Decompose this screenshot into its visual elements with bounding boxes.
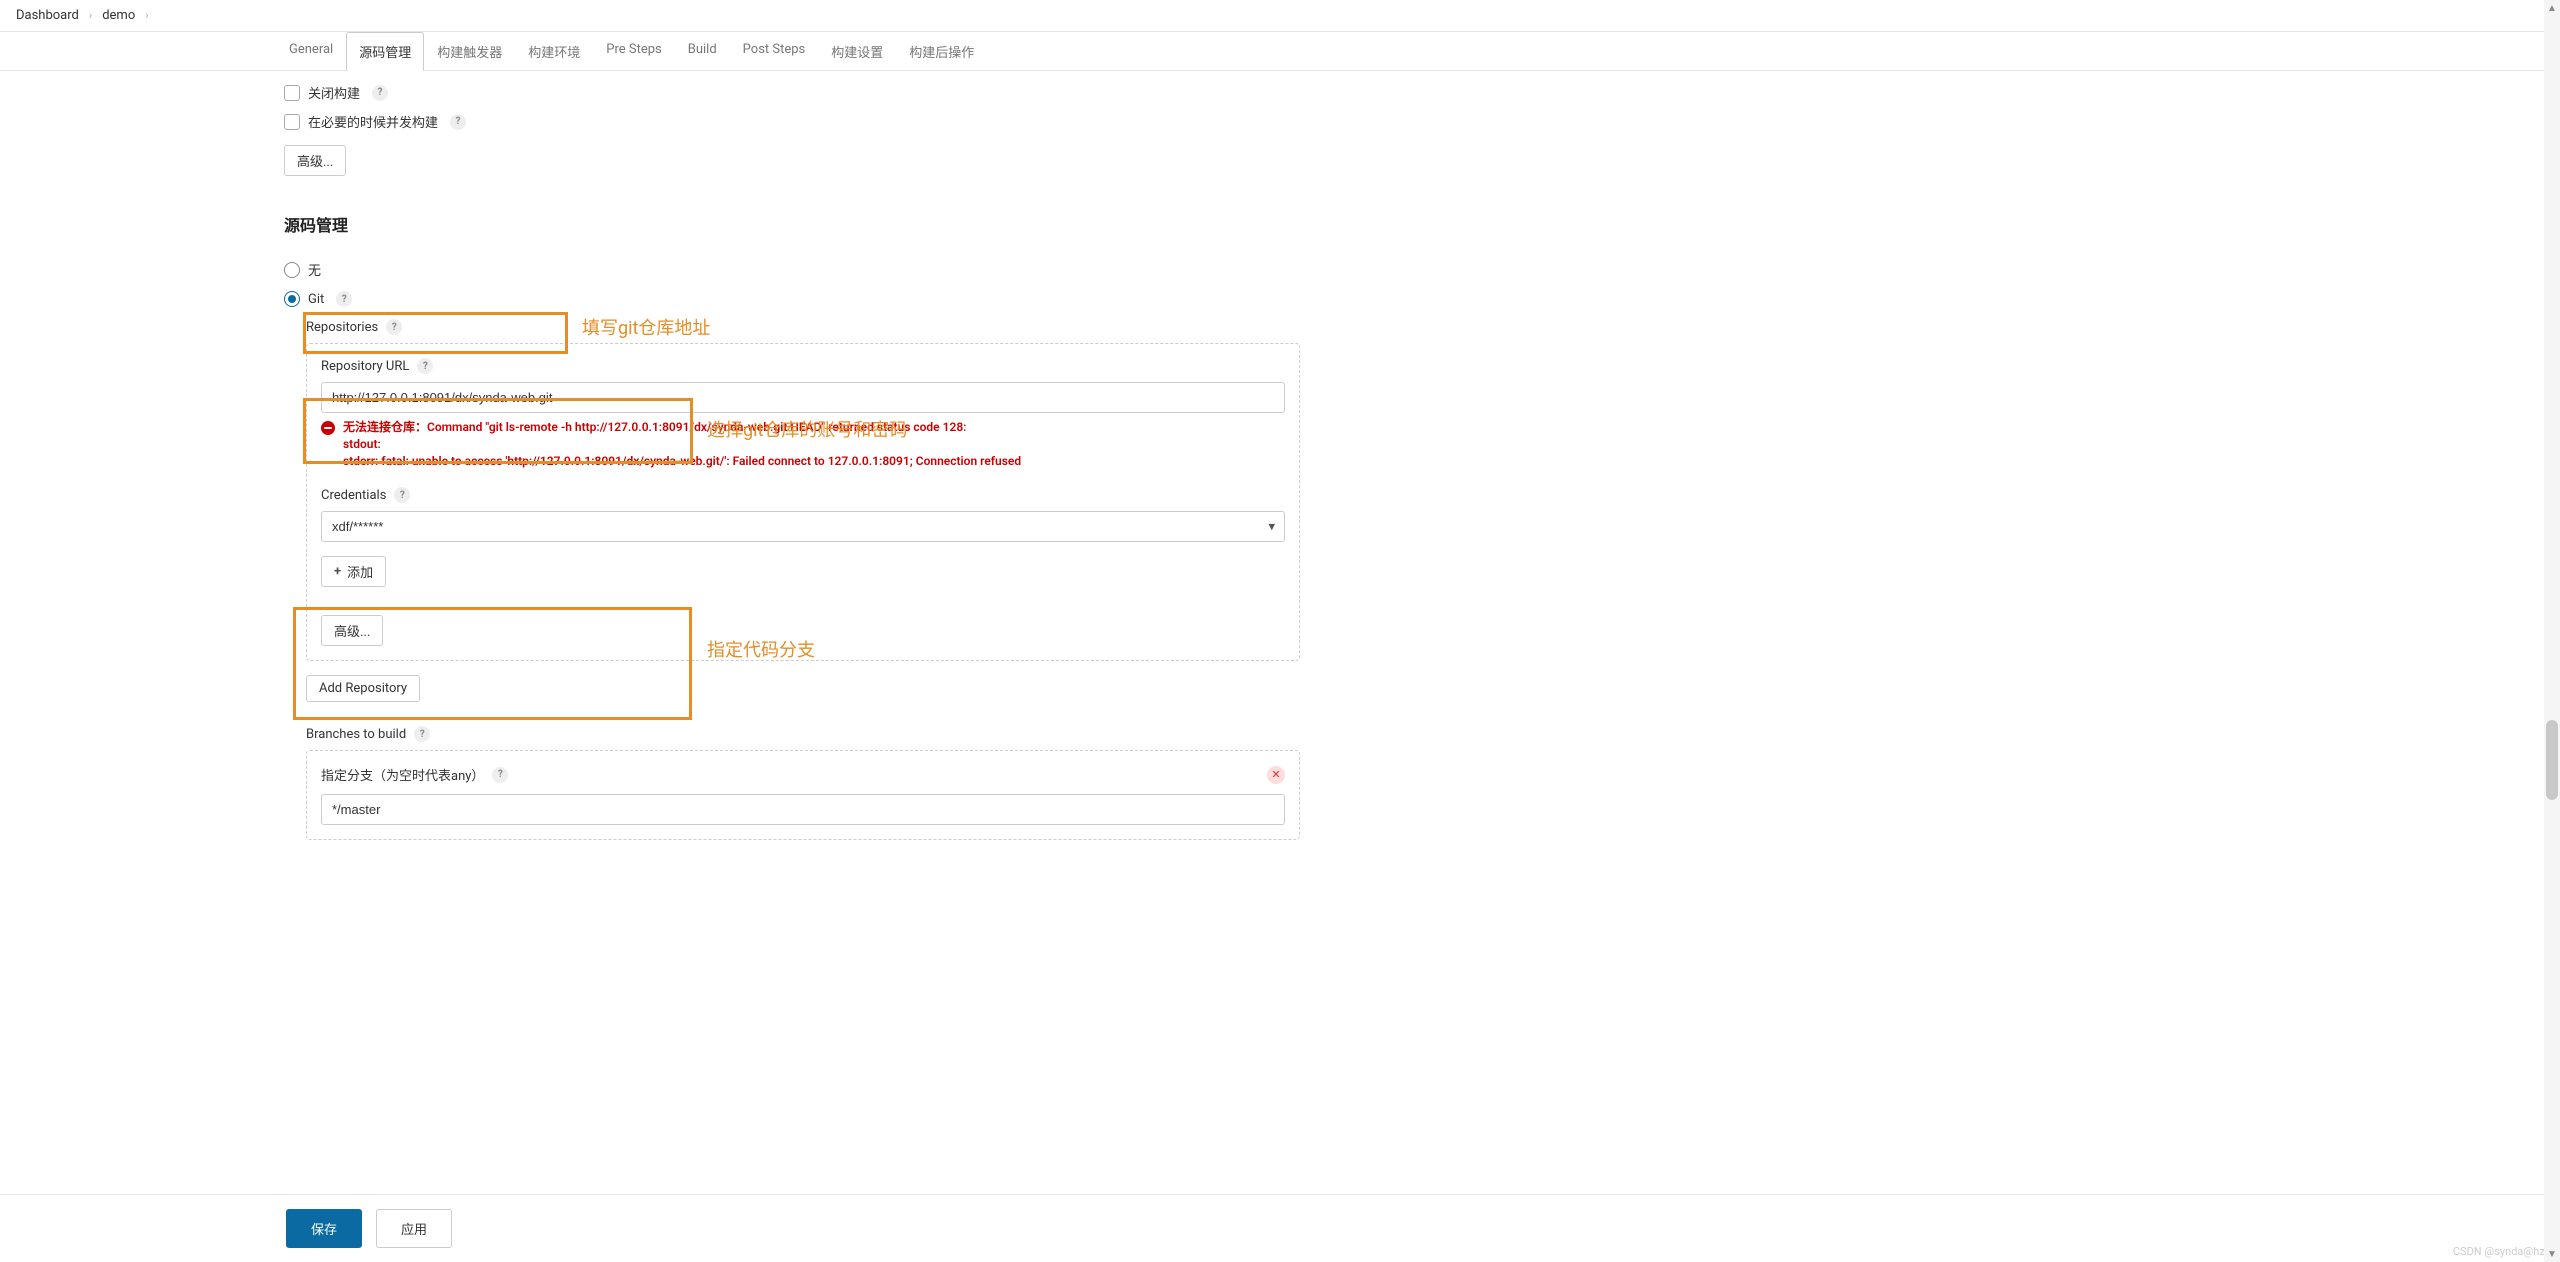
error-block: 无法连接仓库：Command "git ls-remote -h http://… (321, 419, 1285, 469)
radio-git[interactable] (284, 291, 300, 307)
add-credential-button[interactable]: + 添加 (321, 556, 386, 587)
delete-branch-button[interactable]: ✕ (1267, 766, 1285, 784)
error-line1: 无法连接仓库：Command "git ls-remote -h http://… (343, 419, 1021, 436)
apply-button[interactable]: 应用 (376, 1209, 452, 1248)
add-label: 添加 (347, 562, 373, 581)
vertical-scrollbar[interactable]: ▲ ▼ (2544, 0, 2560, 1262)
branches-box: 指定分支（为空时代表any） ? ✕ (306, 750, 1300, 840)
branch-spec-input[interactable] (321, 794, 1285, 825)
chevron-right-icon: › (145, 9, 148, 22)
scroll-down-arrow[interactable]: ▼ (2544, 1246, 2560, 1262)
tab-build[interactable]: Build (675, 32, 730, 71)
tab-presteps[interactable]: Pre Steps (593, 32, 674, 71)
label-concurrent-build: 在必要的时候并发构建 (308, 112, 438, 131)
add-repository-button[interactable]: Add Repository (306, 675, 420, 702)
error-line2: stdout: (343, 436, 1021, 453)
label-disable-build: 关闭构建 (308, 83, 360, 102)
help-icon[interactable]: ? (386, 319, 402, 335)
breadcrumb: Dashboard › demo › (0, 0, 2560, 32)
help-icon[interactable]: ? (336, 291, 352, 307)
repositories-label: Repositories (306, 320, 378, 335)
help-icon[interactable]: ? (414, 726, 430, 742)
help-icon[interactable]: ? (417, 358, 433, 374)
save-button[interactable]: 保存 (286, 1209, 362, 1248)
repo-url-label: Repository URL (321, 359, 409, 374)
credentials-label: Credentials (321, 488, 386, 503)
git-section: Repositories ? Repository URL ? 无法连接仓库：C… (306, 319, 1300, 840)
tab-env[interactable]: 构建环境 (515, 32, 593, 71)
tab-postactions[interactable]: 构建后操作 (896, 32, 987, 71)
repo-url-input[interactable] (321, 382, 1285, 413)
radio-none[interactable] (284, 262, 300, 278)
label-none: 无 (308, 260, 321, 279)
credentials-select[interactable] (321, 511, 1285, 542)
help-icon[interactable]: ? (492, 767, 508, 783)
branch-spec-label: 指定分支（为空时代表any） (321, 765, 484, 784)
branches-label: Branches to build (306, 727, 406, 742)
footer-bar: 保存 应用 (0, 1194, 2560, 1262)
error-text: 无法连接仓库：Command "git ls-remote -h http://… (343, 419, 1021, 469)
error-icon (321, 421, 335, 435)
content: 关闭构建 ? 在必要的时候并发构建 ? 高级... 源码管理 无 Git ? R… (0, 71, 1300, 840)
watermark: CSDN @synda@hzy (2453, 1245, 2550, 1258)
repo-advanced-button[interactable]: 高级... (321, 615, 383, 646)
chevron-right-icon: › (89, 9, 92, 22)
radio-row-git: Git ? (284, 291, 1300, 307)
section-title-scm: 源码管理 (284, 212, 1300, 236)
help-icon[interactable]: ? (450, 114, 466, 130)
error-line3: stderr: fatal: unable to access 'http://… (343, 453, 1021, 470)
repositories-box: Repository URL ? 无法连接仓库：Command "git ls-… (306, 343, 1300, 661)
scrollbar-thumb[interactable] (2546, 720, 2558, 800)
plus-icon: + (334, 564, 341, 579)
row-concurrent-build: 在必要的时候并发构建 ? (284, 112, 1300, 131)
help-icon[interactable]: ? (372, 85, 388, 101)
row-disable-build: 关闭构建 ? (284, 83, 1300, 102)
tab-general[interactable]: General (276, 32, 346, 71)
help-icon[interactable]: ? (394, 487, 410, 503)
checkbox-disable-build[interactable] (284, 85, 300, 101)
tab-settings[interactable]: 构建设置 (818, 32, 896, 71)
radio-row-none: 无 (284, 260, 1300, 279)
tab-scm[interactable]: 源码管理 (346, 32, 424, 71)
label-git: Git (308, 292, 324, 307)
tabs: General 源码管理 构建触发器 构建环境 Pre Steps Build … (0, 32, 2560, 71)
tab-poststeps[interactable]: Post Steps (730, 32, 819, 71)
checkbox-concurrent-build[interactable] (284, 114, 300, 130)
breadcrumb-root[interactable]: Dashboard (16, 8, 79, 23)
breadcrumb-project[interactable]: demo (102, 8, 135, 23)
tab-triggers[interactable]: 构建触发器 (424, 32, 515, 71)
advanced-button[interactable]: 高级... (284, 145, 346, 176)
scroll-up-arrow[interactable]: ▲ (2544, 0, 2560, 16)
